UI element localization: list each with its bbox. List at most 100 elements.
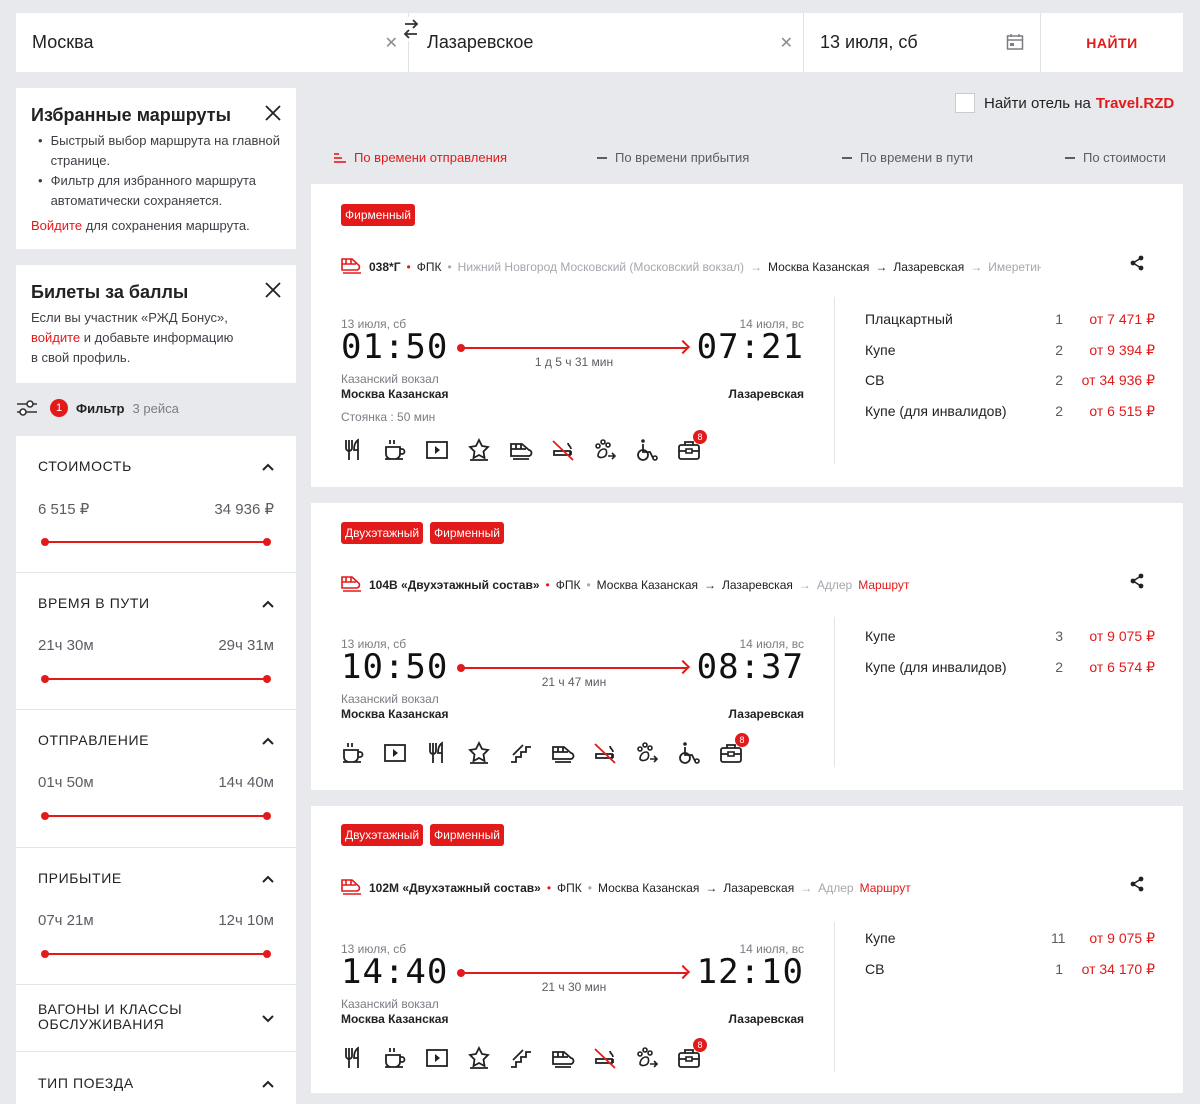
restaurant-icon[interactable] bbox=[341, 1044, 383, 1072]
train-card[interactable]: Фирменный 038*Г • ФПК • Нижний Новгород М… bbox=[311, 184, 1183, 487]
filter-duration: ВРЕМЯ В ПУТИ 21ч 30м 29ч 31м bbox=[16, 573, 296, 710]
filter-title[interactable]: ВРЕМЯ В ПУТИ bbox=[38, 595, 150, 611]
stairs-icon[interactable] bbox=[509, 739, 551, 767]
price-slider[interactable] bbox=[41, 538, 271, 546]
class-price[interactable]: от 6 574 ₽ bbox=[1089, 659, 1155, 676]
departure-station[interactable]: Москва Казанская bbox=[341, 387, 448, 401]
clear-to-icon[interactable]: ✕ bbox=[780, 33, 793, 53]
close-icon[interactable] bbox=[264, 281, 282, 299]
filter-title[interactable]: ВАГОНЫ И КЛАССЫ ОБСЛУЖИВАНИЯ bbox=[38, 1002, 238, 1032]
pets-icon[interactable] bbox=[635, 739, 677, 767]
pets-icon[interactable] bbox=[593, 436, 635, 464]
route-link[interactable]: Маршрут bbox=[858, 578, 909, 592]
filter-title[interactable]: ОТПРАВЛЕНИЕ bbox=[38, 732, 149, 748]
wheelchair-icon[interactable] bbox=[635, 436, 677, 464]
coffee-icon[interactable] bbox=[341, 739, 383, 767]
chevron-up-icon[interactable] bbox=[262, 875, 274, 883]
star-icon[interactable] bbox=[467, 436, 509, 464]
video-icon[interactable] bbox=[425, 1044, 467, 1072]
filter-title[interactable]: ТИП ПОЕЗДА bbox=[38, 1075, 134, 1091]
arrival-station[interactable]: Лазаревская bbox=[729, 1012, 804, 1026]
class-row[interactable]: Купе 2 от 9 394 ₽ bbox=[865, 342, 1155, 358]
class-row[interactable]: СВ 1 от 34 170 ₽ bbox=[865, 961, 1155, 977]
hotel-link[interactable]: Travel.RZD bbox=[1096, 95, 1174, 112]
chevron-up-icon[interactable] bbox=[262, 463, 274, 471]
class-row[interactable]: Купе 11 от 9 075 ₽ bbox=[865, 930, 1155, 946]
stairs-icon[interactable] bbox=[509, 1044, 551, 1072]
filter-count-badge: 1 bbox=[50, 399, 68, 417]
chevron-up-icon[interactable] bbox=[262, 600, 274, 608]
duration-slider[interactable] bbox=[41, 675, 271, 683]
class-row[interactable]: Плацкартный 1 от 7 471 ₽ bbox=[865, 311, 1155, 327]
to-field[interactable]: Лазаревское ✕ bbox=[409, 13, 804, 72]
swap-icon[interactable] bbox=[402, 17, 420, 41]
filter-title[interactable]: ПРИБЫТИЕ bbox=[38, 870, 122, 886]
filter-header[interactable]: 1 Фильтр 3 рейса bbox=[16, 398, 179, 418]
departure-station[interactable]: Москва Казанская bbox=[341, 707, 448, 721]
luggage-icon[interactable]: 8 bbox=[677, 1038, 719, 1072]
clear-from-icon[interactable]: ✕ bbox=[385, 33, 398, 53]
chevron-up-icon[interactable] bbox=[262, 737, 274, 745]
list-item: • Быстрый выбор маршрута на главной стран… bbox=[38, 133, 281, 168]
train-card[interactable]: Двухэтажный Фирменный 102М «Двухэтажный с… bbox=[311, 806, 1183, 1093]
departure-slider[interactable] bbox=[41, 812, 271, 820]
train-icon[interactable] bbox=[551, 739, 593, 767]
class-price[interactable]: от 9 075 ₽ bbox=[1089, 628, 1155, 645]
wheelchair-icon[interactable] bbox=[677, 739, 719, 767]
class-row[interactable]: Купе 3 от 9 075 ₽ bbox=[865, 628, 1155, 644]
chevron-up-icon[interactable] bbox=[262, 1080, 274, 1088]
filter-train-type[interactable]: ТИП ПОЕЗДА bbox=[16, 1052, 296, 1104]
restaurant-icon[interactable] bbox=[425, 739, 467, 767]
bonus-login-link[interactable]: войдите bbox=[31, 330, 80, 345]
share-icon[interactable] bbox=[1129, 876, 1145, 892]
class-price[interactable]: от 6 515 ₽ bbox=[1089, 403, 1155, 420]
share-icon[interactable] bbox=[1129, 573, 1145, 589]
arrival-slider[interactable] bbox=[41, 950, 271, 958]
video-icon[interactable] bbox=[383, 739, 425, 767]
hotel-option[interactable]: Найти отель на Travel.RZD bbox=[955, 93, 1174, 113]
class-row[interactable]: Купе (для инвалидов) 2 от 6 515 ₽ bbox=[865, 403, 1155, 419]
bonus-text: и добавьте информацию bbox=[83, 330, 234, 345]
class-price[interactable]: от 34 170 ₽ bbox=[1082, 961, 1155, 978]
chevron-down-icon[interactable] bbox=[262, 1015, 274, 1023]
hotel-checkbox[interactable] bbox=[955, 93, 975, 113]
route-link[interactable]: Маршрут bbox=[860, 881, 911, 895]
class-row[interactable]: СВ 2 от 34 936 ₽ bbox=[865, 372, 1155, 388]
filter-title[interactable]: СТОИМОСТЬ bbox=[38, 458, 132, 474]
train-icon[interactable] bbox=[551, 1044, 593, 1072]
sort-price[interactable]: По стоимости bbox=[1065, 150, 1166, 165]
video-icon[interactable] bbox=[425, 436, 467, 464]
departure-station[interactable]: Москва Казанская bbox=[341, 1012, 448, 1026]
star-icon[interactable] bbox=[467, 1044, 509, 1072]
pets-icon[interactable] bbox=[635, 1044, 677, 1072]
close-icon[interactable] bbox=[264, 104, 282, 122]
sort-arrival[interactable]: По времени прибытия bbox=[597, 150, 749, 165]
train-icon[interactable] bbox=[509, 436, 551, 464]
login-link[interactable]: Войдите bbox=[31, 218, 82, 233]
train-card[interactable]: Двухэтажный Фирменный 104В «Двухэтажный с… bbox=[311, 503, 1183, 790]
class-price[interactable]: от 9 394 ₽ bbox=[1089, 342, 1155, 359]
luggage-icon[interactable]: 8 bbox=[719, 733, 761, 767]
arrival-station[interactable]: Лазаревская bbox=[729, 707, 804, 721]
class-price[interactable]: от 9 075 ₽ bbox=[1089, 930, 1155, 947]
sort-duration[interactable]: По времени в пути bbox=[842, 150, 973, 165]
calendar-icon[interactable] bbox=[1006, 33, 1024, 56]
arrival-station[interactable]: Лазаревская bbox=[729, 387, 804, 401]
date-field[interactable]: 13 июля, сб bbox=[804, 13, 1041, 72]
from-field[interactable]: Москва ✕ bbox=[16, 13, 409, 72]
luggage-icon[interactable]: 8 bbox=[677, 430, 719, 464]
restaurant-icon[interactable] bbox=[341, 436, 383, 464]
sort-departure[interactable]: По времени отправления bbox=[334, 150, 507, 165]
find-button[interactable]: НАЙТИ bbox=[1041, 13, 1183, 72]
share-icon[interactable] bbox=[1129, 255, 1145, 271]
class-price[interactable]: от 34 936 ₽ bbox=[1082, 372, 1155, 389]
no-smoking-icon[interactable] bbox=[593, 739, 635, 767]
star-icon[interactable] bbox=[467, 739, 509, 767]
no-smoking-icon[interactable] bbox=[551, 436, 593, 464]
no-smoking-icon[interactable] bbox=[593, 1044, 635, 1072]
class-price[interactable]: от 7 471 ₽ bbox=[1089, 311, 1155, 328]
coffee-icon[interactable] bbox=[383, 1044, 425, 1072]
filter-cars[interactable]: ВАГОНЫ И КЛАССЫ ОБСЛУЖИВАНИЯ bbox=[16, 985, 296, 1052]
class-row[interactable]: Купе (для инвалидов) 2 от 6 574 ₽ bbox=[865, 659, 1155, 675]
coffee-icon[interactable] bbox=[383, 436, 425, 464]
